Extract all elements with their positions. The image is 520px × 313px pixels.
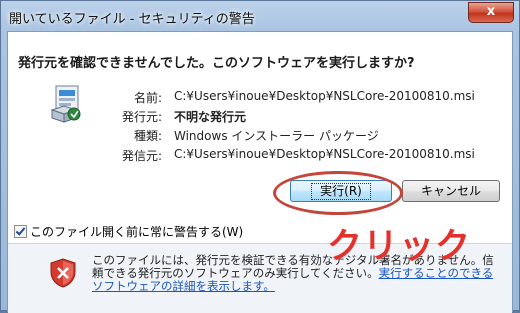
security-warning-dialog: 開いているファイル - セキュリティの警告 x 発行元を確認できませんでした。こ… (0, 0, 520, 313)
close-icon: x (486, 4, 496, 19)
source-value: C:¥Users¥inoue¥Desktop¥NSLCore-20100810.… (174, 147, 475, 161)
click-annotation: クリック (327, 227, 472, 267)
warn-checkbox-row[interactable]: このファイル開く前に常に警告する(W) (14, 223, 243, 240)
type-value: Windows インストーラー パッケージ (174, 129, 379, 143)
publisher-value: 不明な発行元 (174, 110, 247, 124)
warn-checkbox[interactable] (14, 225, 27, 238)
warn-checkbox-label: このファイル開く前に常に警告する(W) (30, 225, 244, 239)
title-bar[interactable]: 開いているファイル - セキュリティの警告 x (1, 1, 519, 31)
warning-shield-icon (50, 258, 76, 288)
window-title: 開いているファイル - セキュリティの警告 (9, 12, 255, 27)
highlight-circle (273, 171, 403, 215)
dialog-content: 発行元を確認できませんでした。このソフトウェアを実行しますか? 名前: C:¥U… (7, 31, 513, 313)
name-label: 名前: (133, 91, 162, 105)
cancel-button-label: キャンセル (420, 184, 481, 198)
close-button[interactable]: x (468, 2, 514, 23)
type-label: 種類: (133, 129, 162, 143)
run-question: 発行元を確認できませんでした。このソフトウェアを実行しますか? (18, 56, 415, 71)
name-value: C:¥Users¥inoue¥Desktop¥NSLCore-20100810.… (174, 89, 475, 103)
publisher-label: 発行元: (121, 110, 162, 124)
source-label: 発信元: (121, 149, 162, 163)
cancel-button[interactable]: キャンセル (402, 180, 500, 202)
